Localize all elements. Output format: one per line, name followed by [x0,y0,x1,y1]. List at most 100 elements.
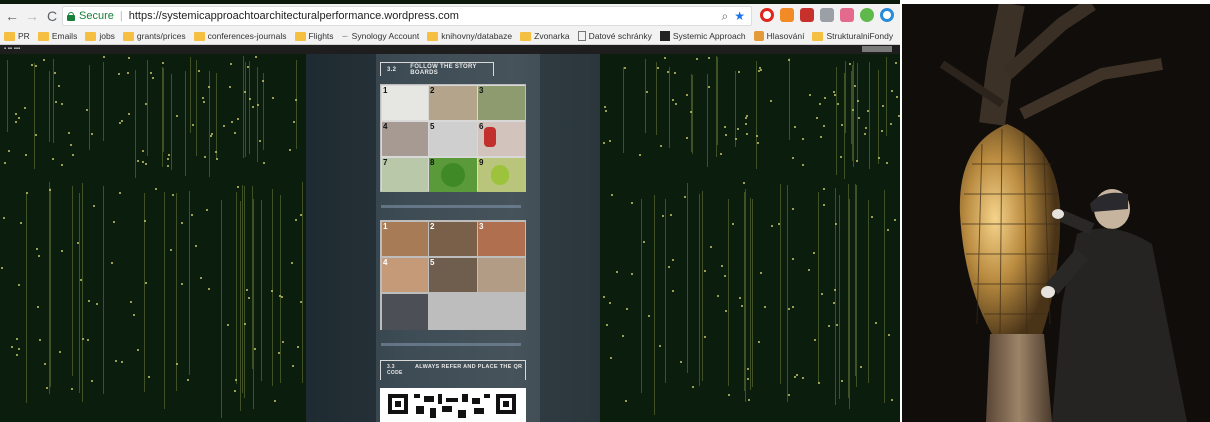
qr-code[interactable] [380,388,526,422]
admin-bar-button[interactable] [862,46,892,52]
blue-extension-icon[interactable] [880,8,894,22]
bookmark-grants[interactable]: grants/prices [122,31,186,41]
pattern-dot [616,271,618,273]
pattern-dot [230,63,232,65]
pattern-strand [190,57,191,133]
pattern-strand [7,60,8,132]
pattern-strand [836,67,837,175]
red-extension-icon[interactable] [800,8,814,22]
pattern-dot [216,158,218,160]
pattern-dot [145,103,147,105]
gray-extension-icon[interactable] [820,8,834,22]
pattern-dot [802,377,804,379]
pattern-dot [111,262,113,264]
pattern-dot [254,348,256,350]
pattern-dot [35,65,37,67]
pattern-dot [857,100,859,102]
pattern-dot [823,188,825,190]
storyboard-number: 1 [383,86,388,95]
green-extension-icon[interactable] [860,8,874,22]
pattern-strand [752,199,753,387]
pattern-dot [760,272,762,274]
pattern-dot [856,160,858,162]
pattern-dot [792,157,794,159]
pattern-dot [672,99,674,101]
bookmark-zvonarka[interactable]: Zvonarka [520,31,570,41]
opera-extension-icon[interactable] [760,8,774,22]
pattern-dot [823,204,825,206]
pattern-strand [236,192,237,384]
pattern-dot [708,57,710,59]
pattern-dot [603,296,605,298]
pattern-dot [59,351,61,353]
pattern-dot [833,91,835,93]
pattern-dot [680,361,682,363]
pattern-dot [128,113,130,115]
pattern-dot [725,134,727,136]
pattern-dot [828,325,830,327]
forward-button[interactable]: → [24,8,40,24]
pattern-dot [896,96,898,98]
pattern-dot [49,189,51,191]
pattern-dot [840,156,842,158]
pattern-dot [849,63,851,65]
storyboard-number: 2 [430,222,435,231]
pattern-dot [82,338,84,340]
pattern-dot [609,302,611,304]
bookmark-strukturalni-fondy[interactable]: StrukturalniFondy [812,31,893,41]
bookmark-jobs[interactable]: jobs [85,31,115,41]
pattern-dot [820,136,822,138]
bookmark-star-icon[interactable]: ★ [734,9,745,24]
pink-extension-icon[interactable] [840,8,854,22]
pattern-dot [841,124,843,126]
bookmark-hlasovani[interactable]: Hlasování [753,31,804,41]
pattern-dot [818,382,820,384]
pattern-dot [626,308,628,310]
pattern-strand [780,184,781,384]
orange-extension-icon[interactable] [780,8,794,22]
bookmark-systemic-approach[interactable]: Systemic Approach [659,31,746,41]
pattern-strand [886,57,887,136]
pattern-dot [119,192,121,194]
bookmark-pr[interactable]: PR [4,31,30,41]
pattern-dot [725,310,727,312]
folder-icon [37,31,49,41]
storyboard-photo [382,122,428,156]
pattern-dot [854,85,856,87]
bookmark-emails[interactable]: Emails [37,31,77,41]
pattern-dot [18,348,20,350]
secure-label: Secure [79,10,114,22]
pattern-dot [732,223,734,225]
zoom-icon[interactable]: ⌕ [722,9,729,24]
pattern-dot [858,117,860,119]
storyboard-prototyping-process[interactable]: 1 2 3 4 5 [380,220,526,330]
pattern-dot [894,219,896,221]
bookmark-synology[interactable]: ∽ Synology Account [342,31,420,42]
pattern-dot [227,324,229,326]
pattern-dot [792,306,794,308]
url-input[interactable]: Secure | https://systemicapproachtoarchi… [62,6,752,26]
admin-bar-links[interactable]: ▪ ▪▪ ▪▪▪ [4,46,20,52]
pattern-dot [244,323,246,325]
back-button[interactable]: ← [4,8,20,24]
pattern-strand [261,200,262,381]
reload-button[interactable]: C [44,8,60,24]
bookmark-knihovny[interactable]: knihovny/databaze [427,31,512,41]
pattern-dot [61,164,63,166]
pattern-dot [834,289,836,291]
pattern-strand [135,70,136,178]
bookmark-datove-schranky[interactable]: Datové schránky [577,31,652,41]
pattern-dot [624,67,626,69]
pattern-strand [623,67,624,153]
pattern-strand [163,68,164,152]
pattern-dot [291,262,293,264]
pattern-dot [91,380,93,382]
bookmark-flights[interactable]: Flights [294,31,334,41]
pattern-dot [852,109,854,111]
url-text: https://systemicapproachtoarchitecturalp… [128,10,459,22]
pattern-dot [282,341,284,343]
bookmark-conferences[interactable]: conferences-journals [193,31,287,41]
pattern-dot [235,379,237,381]
pattern-dot [672,259,674,261]
storyboard-design-process[interactable]: 1 2 3 4 5 6 7 8 9 [380,84,526,192]
